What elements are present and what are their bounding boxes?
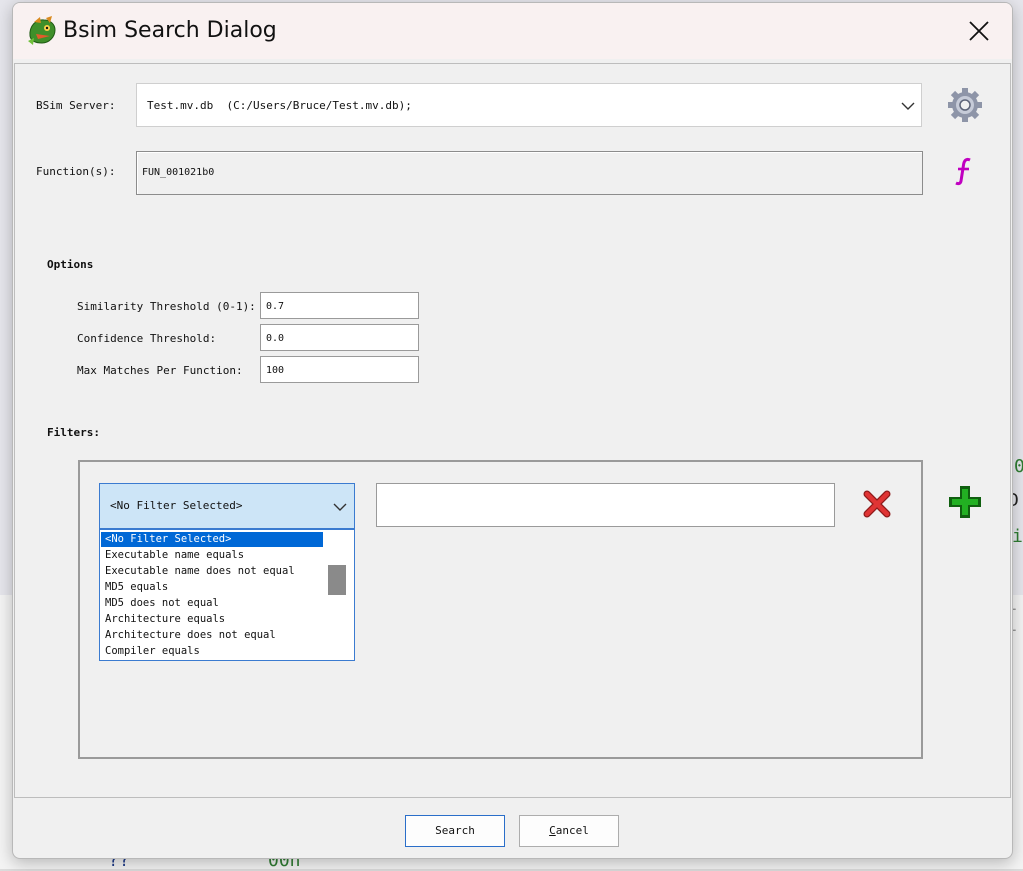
dialog-content-panel: BSim Server: Test.mv.db (C:/Users/Bruce/… (14, 63, 1011, 798)
server-select[interactable]: Test.mv.db (C:/Users/Bruce/Test.mv.db); (136, 83, 922, 127)
dropdown-option[interactable]: MD5 equals (101, 580, 323, 595)
dropdown-option[interactable]: Architecture does not equal (101, 628, 323, 643)
background-text: i (1012, 526, 1023, 547)
remove-filter-button[interactable] (863, 490, 891, 518)
server-settings-button[interactable] (947, 87, 983, 123)
plus-icon (949, 486, 981, 518)
cancel-label: ancel (555, 824, 589, 837)
dropdown-scrollbar-thumb[interactable] (328, 565, 346, 595)
dropdown-option[interactable]: Compiler equals (101, 644, 323, 659)
confidence-threshold-label: Confidence Threshold: (77, 332, 217, 345)
add-filter-button[interactable] (948, 485, 982, 519)
function-icon (955, 157, 971, 186)
server-select-value: Test.mv.db (C:/Users/Bruce/Test.mv.db); (147, 99, 412, 112)
background-text: 0 (1014, 456, 1023, 477)
filter-type-selected: <No Filter Selected> (110, 499, 243, 512)
similarity-threshold-label: Similarity Threshold (0-1): (77, 300, 256, 313)
chevron-down-icon (333, 503, 347, 511)
cancel-button[interactable]: Cancel (519, 815, 619, 847)
delete-x-icon (863, 490, 891, 518)
close-button[interactable] (959, 11, 999, 51)
dropdown-option[interactable]: MD5 does not equal (101, 596, 323, 611)
dropdown-option[interactable]: Executable name equals (101, 548, 323, 563)
filters-heading: Filters: (47, 426, 100, 439)
confidence-threshold-input[interactable]: 0.0 (260, 324, 419, 351)
functions-label: Function(s): (36, 165, 116, 178)
filter-value-input[interactable] (376, 483, 835, 527)
gear-icon (948, 88, 982, 122)
search-button[interactable]: Search (405, 815, 505, 847)
dialog-title: Bsim Search Dialog (63, 18, 277, 43)
filter-type-dropdown: <No Filter Selected> Executable name equ… (99, 529, 355, 661)
title-bar: Bsim Search Dialog (13, 3, 1012, 59)
dropdown-option[interactable]: Executable name does not equal (101, 564, 323, 579)
options-heading: Options (47, 258, 94, 271)
chevron-down-icon (901, 102, 915, 110)
cancel-mnemonic: C (549, 824, 556, 837)
select-functions-button[interactable] (953, 156, 977, 186)
ghidra-dragon-icon (26, 14, 60, 48)
dropdown-option[interactable]: Architecture equals (101, 612, 323, 627)
server-label: BSim Server: (36, 99, 116, 112)
similarity-threshold-input[interactable]: 0.7 (260, 292, 419, 319)
functions-value: FUN_001021b0 (142, 167, 215, 178)
functions-field: FUN_001021b0 (136, 151, 923, 195)
max-matches-input[interactable]: 100 (260, 356, 419, 383)
dropdown-option[interactable]: <No Filter Selected> (101, 532, 323, 547)
bsim-search-dialog: Bsim Search Dialog BSim Server: Test.mv.… (12, 2, 1013, 859)
filter-type-select[interactable]: <No Filter Selected> (99, 483, 355, 529)
max-matches-label: Max Matches Per Function: (77, 364, 243, 377)
close-icon (969, 21, 989, 41)
